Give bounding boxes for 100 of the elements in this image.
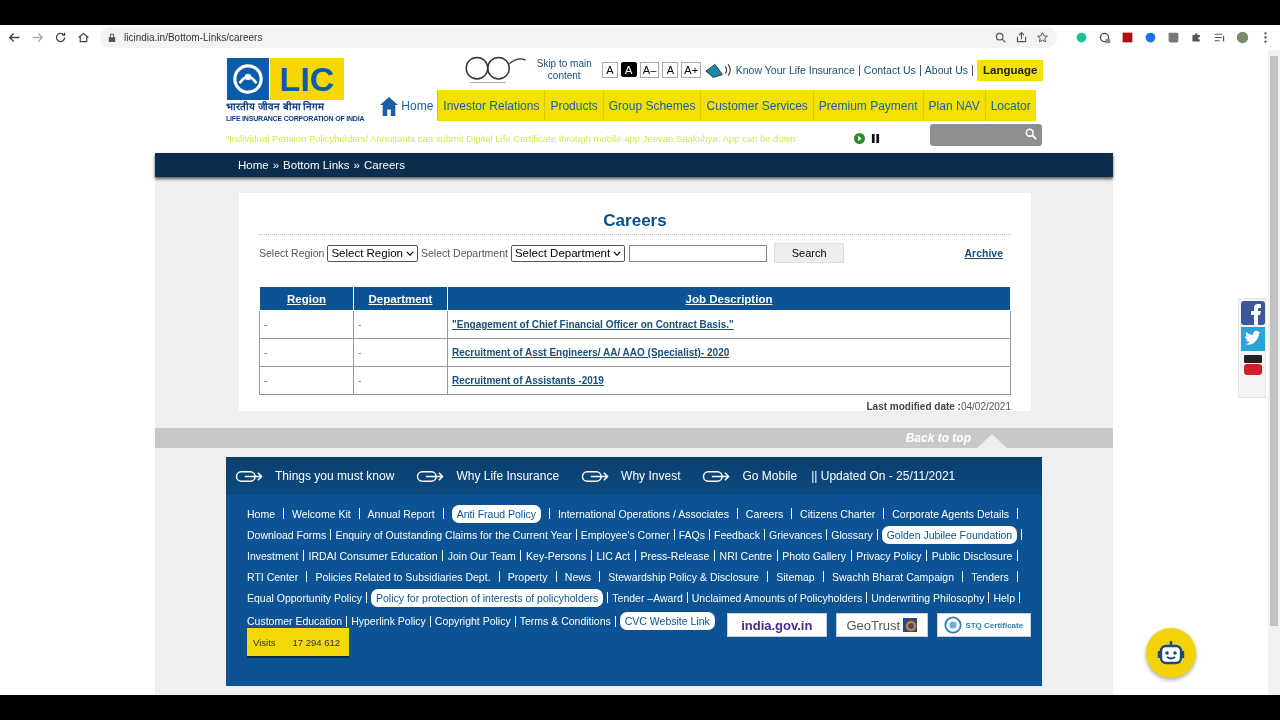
footer-link[interactable]: FAQs (678, 526, 705, 543)
footer-link[interactable]: Employee's Corner (580, 526, 670, 543)
job-link[interactable]: "Engagement of Chief Financial Officer on Contract Basis." (452, 319, 734, 330)
facebook-icon[interactable] (1241, 301, 1265, 325)
column-header[interactable]: Job Description (447, 286, 1011, 311)
department-select[interactable]: Select Department (510, 244, 626, 262)
back-icon[interactable] (8, 31, 21, 44)
footer-link[interactable]: Tenders (971, 568, 1009, 585)
footer-link[interactable]: Join Our Team (447, 547, 516, 564)
footer-link[interactable]: CVC Website Link (619, 612, 715, 630)
footer-link[interactable]: Download Forms (247, 526, 327, 543)
zoom-icon[interactable] (994, 31, 1007, 44)
footer-link[interactable]: News (564, 568, 592, 585)
font-size-button[interactable]: A (662, 62, 679, 78)
quick-link[interactable]: Why Life Insurance (416, 469, 560, 483)
footer-link[interactable]: International Operations / Associates (557, 505, 729, 522)
footer-link[interactable]: Hyperlink Policy (351, 613, 426, 629)
reload-icon[interactable] (54, 31, 67, 44)
column-header[interactable]: Department (353, 286, 448, 311)
footer-link[interactable]: Anti Fraud Policy (451, 504, 541, 523)
footer-link[interactable]: Underwriting Philosophy (871, 589, 985, 606)
stq-badge[interactable]: STQ Certificate (936, 613, 1031, 637)
footer-link[interactable]: Public Disclosure (931, 547, 1013, 564)
top-link[interactable]: Contact Us (863, 64, 916, 76)
nav-home-link[interactable]: Home (380, 90, 438, 121)
footer-link[interactable]: Customer Education (247, 613, 343, 629)
font-size-button[interactable]: A (601, 62, 618, 78)
extension-icon[interactable] (1167, 31, 1180, 44)
chevron-down-icon[interactable] (406, 250, 414, 256)
footer-link[interactable]: Help (993, 589, 1016, 606)
footer-link[interactable]: Corporate Agents Details (892, 505, 1009, 522)
search-button[interactable]: Search (774, 243, 845, 263)
footer-link[interactable]: Equal Opportunity Policy (247, 589, 362, 606)
extension-icon[interactable] (1121, 31, 1134, 44)
quick-link[interactable]: Things you must know (235, 469, 395, 483)
font-size-button[interactable]: A– (639, 62, 660, 78)
nav-tab[interactable]: Group Schemes (602, 90, 701, 121)
search-input[interactable] (629, 244, 768, 262)
address-bar[interactable]: licindia.in/Bottom-Links/careers (100, 27, 1057, 48)
footer-link[interactable]: Annual Report (367, 505, 435, 522)
footer-link[interactable]: Welcome Kit (291, 505, 351, 522)
footer-link[interactable]: Press-Release (640, 547, 710, 564)
search-icon[interactable] (1025, 127, 1037, 140)
footer-link[interactable]: Policies Related to Subsidiaries Dept. (315, 568, 491, 585)
footer-link[interactable]: Unclaimed Amounts of Policyholders (691, 589, 863, 606)
extension-icon[interactable] (1144, 31, 1157, 44)
nav-tab[interactable]: Locator (984, 90, 1036, 121)
top-link[interactable]: About Us (924, 64, 968, 76)
footer-link[interactable]: Investment (247, 547, 299, 564)
font-size-button[interactable]: A (620, 62, 637, 77)
job-link[interactable]: Recruitment of Assistants -2019 (452, 375, 604, 386)
archive-link[interactable]: Archive (964, 247, 1003, 259)
nav-tab[interactable]: Products (544, 90, 603, 121)
footer-link[interactable]: NRI Centre (719, 547, 773, 564)
footer-link[interactable]: RTI Center (247, 568, 299, 585)
footer-link[interactable]: Glossary (831, 526, 873, 543)
footer-link[interactable]: Feedback (714, 526, 761, 543)
footer-link[interactable]: Policy for protection of interests of policyholders (371, 588, 604, 607)
footer-link[interactable]: IRDAI Consumer Education (308, 547, 438, 564)
nav-tab[interactable]: Plan NAV (922, 90, 985, 121)
footer-link[interactable]: Sitemap (776, 568, 815, 585)
geotrust-badge[interactable]: GeoTrust (835, 613, 928, 637)
puzzle-icon[interactable] (1190, 31, 1203, 44)
skip-link[interactable]: Skip to main content (535, 58, 593, 82)
job-link[interactable]: Recruitment of Asst Engineers/ AA/ AAO (Specialist)- 2020 (452, 347, 730, 358)
footer-link[interactable]: Copyright Policy (434, 613, 511, 629)
footer-link[interactable]: Key-Persons (526, 547, 587, 564)
india-gov-badge[interactable]: india.gov.in (726, 613, 827, 637)
footer-link[interactable]: Photo Gallery (782, 547, 846, 564)
search-field[interactable] (930, 123, 1042, 146)
chevron-down-icon[interactable] (613, 250, 622, 256)
breadcrumb-link[interactable]: Careers (364, 159, 405, 171)
play-icon[interactable] (854, 132, 865, 144)
footer-link[interactable]: Grievances (769, 526, 823, 543)
footer-link[interactable]: Careers (745, 505, 784, 522)
chatbot-button[interactable] (1146, 628, 1196, 678)
footer-link[interactable]: Swachh Bharat Campaign (832, 568, 954, 585)
nav-tab[interactable]: Investor Relations (437, 90, 545, 121)
footer-link[interactable]: LIC Act (596, 547, 631, 564)
scrollbar[interactable] (1268, 50, 1280, 695)
pause-icon[interactable] (871, 132, 880, 144)
nav-tab[interactable]: Customer Services (700, 90, 813, 121)
avatar-icon[interactable] (1236, 31, 1249, 44)
playlist-icon[interactable] (1213, 31, 1226, 44)
region-select[interactable]: Select Region (327, 244, 418, 262)
footer-link[interactable]: Privacy Policy (856, 547, 922, 564)
home-icon[interactable] (77, 31, 90, 44)
footer-link[interactable]: Terms & Conditions (519, 613, 611, 629)
footer-link[interactable]: Property (507, 568, 548, 585)
quick-link[interactable]: Why Invest (581, 469, 681, 483)
top-link[interactable]: Know Your Life Insurance (735, 64, 855, 76)
font-size-button[interactable]: A+ (681, 62, 702, 78)
tablet-icon[interactable] (704, 61, 732, 79)
footer-link[interactable]: Golden Jubilee Foundation (881, 525, 1018, 544)
language-button[interactable]: Language (977, 59, 1044, 81)
gauge-icon[interactable] (1098, 31, 1111, 44)
video-icon[interactable] (1241, 353, 1265, 377)
breadcrumb-link[interactable]: Home (238, 159, 269, 171)
star-icon[interactable] (1036, 31, 1049, 44)
share-icon[interactable] (1015, 31, 1028, 44)
